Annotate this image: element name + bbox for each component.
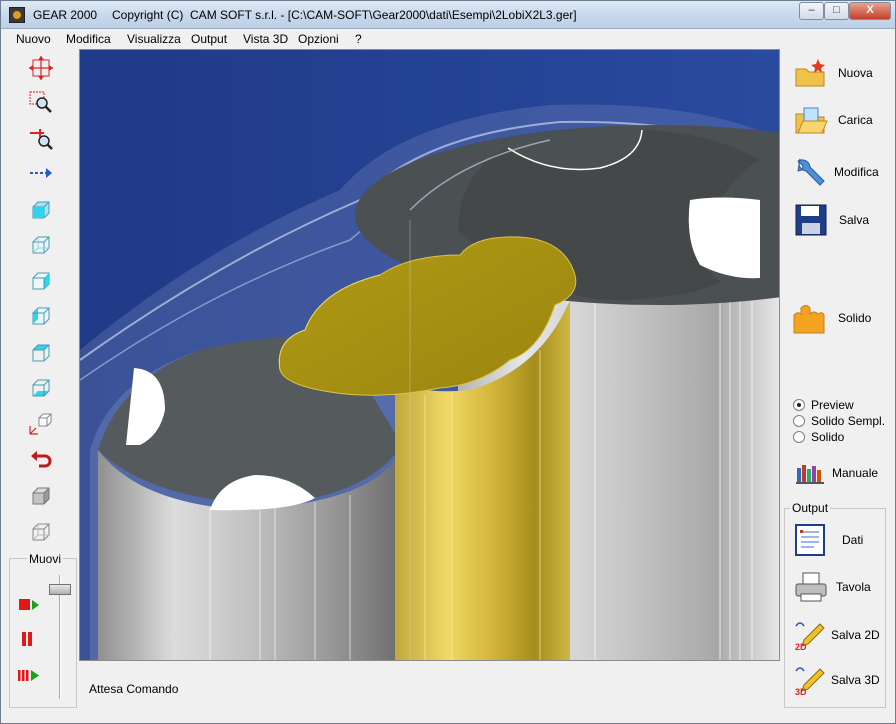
- carica-label: Carica: [838, 113, 873, 127]
- wrench-icon: [797, 158, 825, 186]
- output-title: Output: [790, 501, 831, 515]
- tavola-label: Tavola: [836, 580, 871, 594]
- window-title: Copyright (C) CAM SOFT s.r.l. - [C:\CAM-…: [112, 8, 577, 22]
- pan-arrow-icon[interactable]: [27, 159, 55, 187]
- modifica-label: Modifica: [834, 165, 879, 179]
- data-document-icon: [795, 524, 825, 556]
- menu-opzioni[interactable]: Opzioni: [298, 32, 339, 46]
- zoom-window-icon[interactable]: [27, 89, 55, 117]
- app-name: GEAR 2000: [33, 8, 98, 22]
- restore-button[interactable]: □: [824, 2, 849, 20]
- minimize-button[interactable]: –: [799, 2, 824, 20]
- shaded-cube-icon[interactable]: [27, 482, 55, 510]
- undo-view-icon[interactable]: [27, 446, 55, 474]
- gear-pump-3d-render: [80, 50, 779, 660]
- svg-text:3D: 3D: [795, 687, 807, 697]
- gear-app-icon: [9, 7, 25, 23]
- solido-radio[interactable]: [793, 431, 805, 443]
- floppy-disk-icon: [795, 204, 827, 236]
- open-folder-icon: [795, 107, 828, 134]
- title-bar: GEAR 2000 Copyright (C) CAM SOFT s.r.l. …: [1, 1, 895, 29]
- salva-2d-button[interactable]: 2D Salva 2D: [794, 618, 884, 652]
- menu-modifica[interactable]: Modifica: [66, 32, 111, 46]
- pause-icon[interactable]: [15, 626, 43, 654]
- record-play-icon[interactable]: [15, 591, 43, 619]
- menu-help[interactable]: ?: [355, 32, 362, 46]
- 3d-viewport[interactable]: [79, 49, 780, 661]
- view-axes-icon[interactable]: [27, 409, 55, 437]
- app-window: GEAR 2000 Copyright (C) CAM SOFT s.r.l. …: [0, 0, 896, 724]
- dati-label: Dati: [842, 533, 864, 547]
- view-top-cube-icon[interactable]: [27, 339, 55, 367]
- salva-2d-label: Salva 2D: [831, 628, 880, 642]
- salva-3d-label: Salva 3D: [831, 673, 880, 687]
- books-icon: [796, 465, 824, 484]
- menu-visualizza[interactable]: Visualizza: [127, 32, 181, 46]
- preview-radio[interactable]: [793, 399, 805, 411]
- salva-button[interactable]: Salva: [794, 203, 884, 239]
- salva-label: Salva: [839, 213, 870, 227]
- preview-label: Preview: [811, 398, 854, 412]
- solido-button[interactable]: Solido: [792, 301, 882, 337]
- svg-text:2D: 2D: [795, 642, 807, 652]
- view-front-cube-icon[interactable]: [27, 196, 55, 224]
- solido-sempl-radio[interactable]: [793, 415, 805, 427]
- carica-button[interactable]: Carica: [794, 104, 884, 140]
- view-back-cube-icon[interactable]: [27, 231, 55, 259]
- menu-nuovo[interactable]: Nuovo: [16, 32, 51, 46]
- step-play-icon[interactable]: [15, 662, 43, 690]
- dati-button[interactable]: Dati: [794, 523, 884, 557]
- manuale-label: Manuale: [832, 466, 879, 480]
- close-button[interactable]: X: [849, 2, 891, 20]
- menu-bar: Nuovo Modifica Visualizza Output Vista 3…: [1, 30, 895, 48]
- solido-radio-label: Solido: [811, 430, 845, 444]
- view-right-cube-icon[interactable]: [27, 302, 55, 330]
- printer-icon: [795, 572, 827, 602]
- tavola-button[interactable]: Tavola: [794, 570, 884, 604]
- view-left-cube-icon[interactable]: [27, 267, 55, 295]
- nuova-button[interactable]: Nuova: [794, 57, 884, 93]
- new-folder-icon: [795, 59, 825, 87]
- solido-sempl-label: Solido Sempl.: [811, 414, 886, 428]
- status-text: Attesa Comando: [89, 682, 179, 696]
- manuale-button[interactable]: Manuale: [796, 460, 886, 486]
- pencil-2d-icon: 2D: [795, 622, 825, 652]
- speed-slider-thumb[interactable]: [49, 584, 71, 595]
- view-bottom-cube-icon[interactable]: [27, 374, 55, 402]
- nuova-label: Nuova: [838, 66, 873, 80]
- move-arrows-icon[interactable]: [27, 54, 55, 82]
- muovi-label: Muovi: [27, 552, 64, 566]
- modifica-button[interactable]: Modifica: [794, 155, 884, 191]
- menu-output[interactable]: Output: [191, 32, 227, 46]
- gear-profile-icon: [793, 305, 825, 334]
- solido-label: Solido: [838, 311, 872, 325]
- wire-cube-icon[interactable]: [27, 518, 55, 546]
- menu-vista-3d[interactable]: Vista 3D: [243, 32, 288, 46]
- zoom-in-out-icon[interactable]: [27, 124, 55, 152]
- salva-3d-button[interactable]: 3D Salva 3D: [794, 663, 884, 697]
- pencil-3d-icon: 3D: [795, 667, 825, 697]
